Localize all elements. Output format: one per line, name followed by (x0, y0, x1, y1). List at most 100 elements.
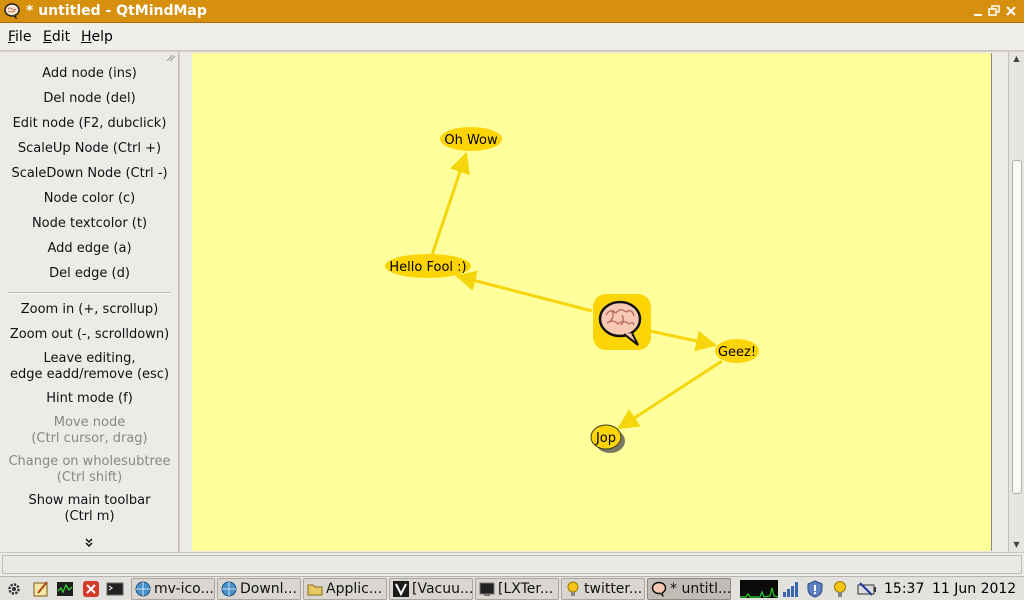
menu-help-mnemonic: H (81, 29, 92, 45)
menu-file[interactable]: File (8, 29, 31, 45)
close-button[interactable] (1004, 4, 1018, 18)
task-label: * untitl... (670, 581, 731, 597)
zoom-in-button[interactable]: Zoom in (+, scrollup) (0, 302, 179, 318)
clock-time[interactable]: 15:37 (884, 579, 924, 599)
change-subtree-label-line1: Change on wholesubtree (8, 454, 171, 469)
terminal-launcher-icon[interactable] (106, 580, 124, 598)
task-button-terminal[interactable]: [LXTer... (475, 578, 559, 600)
node-jop-label: Jop (595, 431, 616, 446)
folder-icon (307, 584, 323, 596)
browser-icon (135, 581, 151, 597)
task-button-browser-1[interactable]: mv-ico... (131, 578, 215, 600)
edge-root-hello[interactable] (454, 270, 593, 313)
zoom-in-label: Zoom in (+, scrollup) (20, 302, 159, 317)
hint-mode-button[interactable]: Hint mode (f) (0, 391, 179, 407)
toolbar-separator (8, 292, 171, 294)
lightbulb-icon (567, 581, 579, 596)
move-node-label-line2: (Ctrl cursor, drag) (31, 431, 148, 446)
leave-editing-button[interactable]: Leave editing, edge eadd/remove (esc) (0, 351, 179, 383)
browser-icon (221, 581, 237, 597)
restore-icon (988, 5, 1000, 16)
task-label: [LXTer... (498, 581, 554, 597)
minimize-icon (974, 14, 982, 16)
toolbar-extension-button[interactable] (80, 538, 98, 551)
hint-mode-label: Hint mode (f) (46, 391, 133, 406)
menubar: File Edit Help (0, 23, 1024, 51)
shield-icon[interactable] (806, 580, 824, 598)
node-color-button[interactable]: Node color (c) (0, 191, 179, 207)
task-label: mv-ico... (154, 581, 214, 597)
node-oh-wow[interactable]: Oh Wow (440, 127, 502, 151)
add-node-button[interactable]: Add node (ins) (0, 66, 179, 82)
edit-node-button[interactable]: Edit node (F2, dubclick) (0, 116, 179, 132)
node-root[interactable] (593, 294, 651, 350)
del-edge-button[interactable]: Del edge (d) (0, 266, 179, 282)
menu-file-mnemonic: F (8, 29, 16, 45)
change-subtree-label-line2: (Ctrl shift) (56, 470, 123, 485)
pdf-reader-icon[interactable] (82, 580, 100, 598)
node-textcolor-button[interactable]: Node textcolor (t) (0, 216, 179, 232)
scroll-down-button[interactable]: ▼ (1009, 538, 1024, 552)
scaledown-node-button[interactable]: ScaleDown Node (Ctrl -) (0, 166, 179, 182)
terminal-icon (479, 582, 495, 596)
battery-plug-icon[interactable] (856, 580, 878, 598)
edge-root-geez[interactable] (649, 329, 718, 352)
del-node-button[interactable]: Del node (del) (0, 91, 179, 107)
scroll-up-button[interactable]: ▲ (1009, 52, 1024, 66)
menu-help[interactable]: Help (81, 29, 113, 45)
zoom-out-label: Zoom out (-, scrolldown) (9, 327, 170, 342)
maximize-button[interactable] (987, 4, 1001, 18)
leave-editing-label-line2: edge eadd/remove (esc) (9, 367, 170, 382)
show-main-toolbar-label-line1: Show main toolbar (28, 493, 151, 508)
task-button-qtmindmap[interactable]: * untitl... (647, 578, 731, 600)
node-hello-fool[interactable]: Hello Fool :) (385, 254, 471, 278)
lightbulb-icon[interactable] (832, 580, 848, 598)
node-oh-wow-label: Oh Wow (444, 133, 498, 148)
change-subtree-button: Change on wholesubtree (Ctrl shift) (0, 454, 179, 486)
system-monitor-icon[interactable] (56, 580, 74, 598)
task-button-twitter[interactable]: twitter... (561, 578, 645, 600)
menu-edit[interactable]: Edit (43, 29, 70, 45)
move-node-button: Move node (Ctrl cursor, drag) (0, 415, 179, 447)
node-geez[interactable]: Geez! (715, 339, 759, 363)
cpu-graph-icon[interactable] (740, 580, 778, 598)
mindmap-canvas[interactable]: Oh Wow Hello Fool :) Geez! Jop (192, 53, 992, 551)
window-titlebar[interactable]: * untitled - QtMindMap (0, 0, 1024, 23)
task-button-browser-2[interactable]: Downl... (217, 578, 301, 600)
vertical-scrollbar[interactable]: ▲ ▼ (1008, 52, 1024, 552)
node-geez-label: Geez! (718, 345, 756, 360)
edge-hello-ohwow[interactable] (430, 152, 470, 256)
statusbar (0, 552, 1024, 576)
scrollbar-thumb[interactable] (1012, 160, 1022, 494)
menu-edit-mnemonic: E (43, 29, 52, 45)
qtmindmap-app-icon (4, 3, 20, 19)
clock-date[interactable]: 11 Jun 2012 (932, 579, 1016, 599)
main-toolbar: Add node (ins) Del node (del) Edit node … (0, 52, 179, 552)
leave-editing-label-line1: Leave editing, (43, 351, 136, 366)
task-button-vim[interactable]: [Vacuu... (389, 578, 473, 600)
settings-gear-icon[interactable] (5, 580, 23, 598)
double-chevron-down-icon (85, 538, 93, 548)
text-editor-icon[interactable] (32, 580, 50, 598)
node-hello-fool-label: Hello Fool :) (389, 260, 466, 275)
task-label: twitter... (584, 581, 643, 597)
show-main-toolbar-label-line2: (Ctrl m) (64, 509, 115, 524)
move-node-label-line1: Move node (53, 415, 126, 430)
task-label: [Vacuu... (412, 581, 473, 597)
task-label: Applic... (326, 581, 383, 597)
task-button-folder[interactable]: Applic... (303, 578, 387, 600)
mindmap-graph: Oh Wow Hello Fool :) Geez! Jop (385, 127, 759, 453)
window-title: * untitled - QtMindMap (26, 3, 207, 19)
network-signal-icon[interactable] (782, 580, 800, 598)
show-main-toolbar-button[interactable]: Show main toolbar (Ctrl m) (0, 493, 179, 525)
add-edge-button[interactable]: Add edge (a) (0, 241, 179, 257)
toolbar-grip-icon[interactable] (166, 54, 176, 62)
minimize-button[interactable] (971, 4, 985, 18)
desktop-taskbar: mv-ico... Downl... Applic... [Vacuu... [… (0, 576, 1024, 600)
zoom-out-button[interactable]: Zoom out (-, scrolldown) (0, 327, 179, 343)
edge-geez-jop[interactable] (617, 359, 723, 430)
qtmindmap-icon (651, 581, 667, 597)
task-label: Downl... (240, 581, 297, 597)
vim-icon (393, 581, 409, 597)
scaleup-node-button[interactable]: ScaleUp Node (Ctrl +) (0, 141, 179, 157)
